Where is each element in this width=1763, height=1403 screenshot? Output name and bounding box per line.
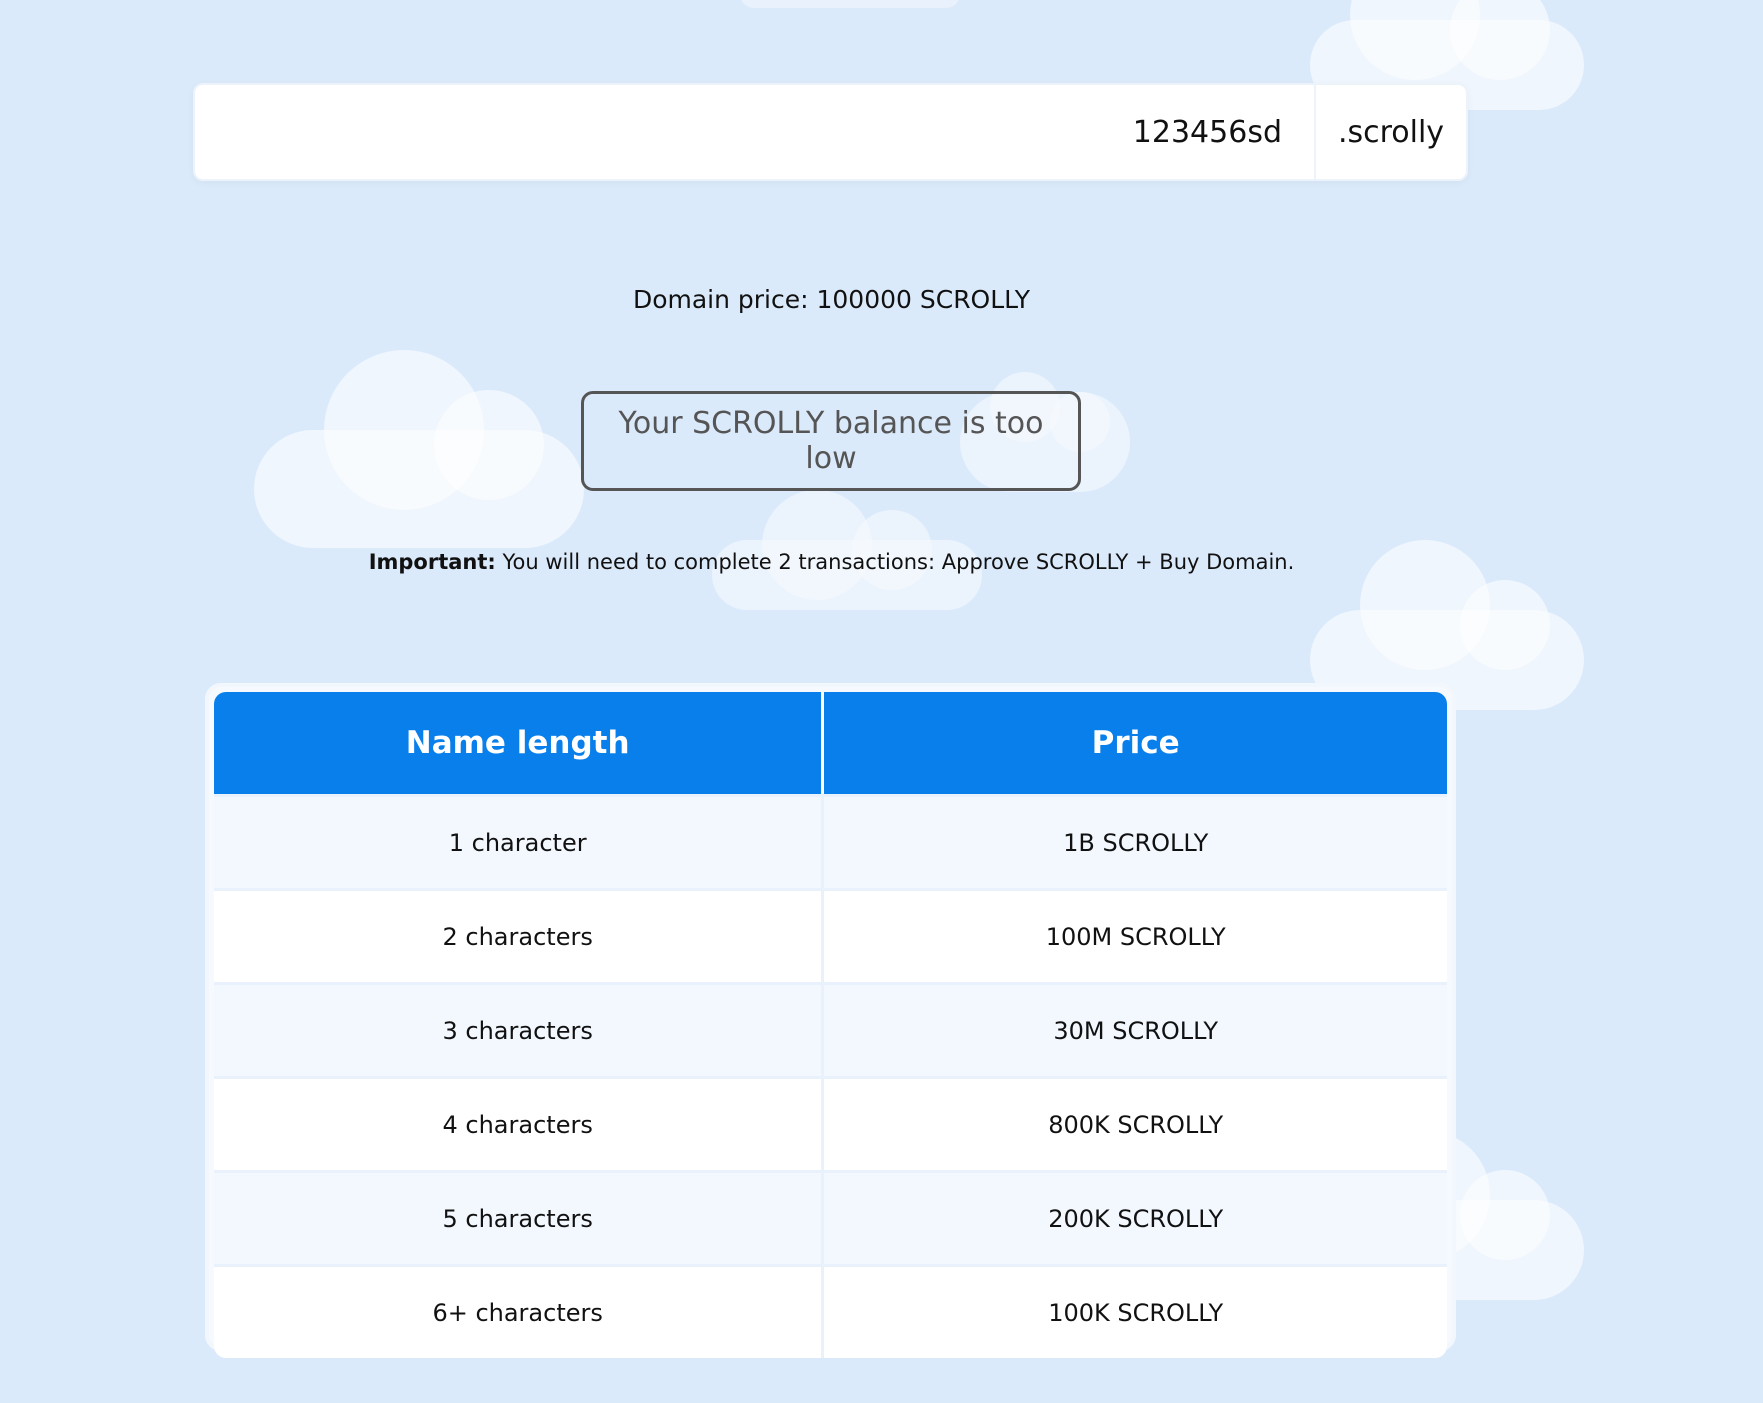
column-header-price: Price: [824, 692, 1447, 794]
important-label: Important:: [368, 550, 496, 574]
cloud-decoration: [740, 0, 960, 8]
name-length-cell: 3 characters: [214, 982, 825, 1076]
name-length-cell: 1 character: [214, 794, 825, 888]
price-cell: 30M SCROLLY: [824, 982, 1447, 1076]
column-header-name-length: Name length: [214, 692, 825, 794]
price-cell: 800K SCROLLY: [824, 1076, 1447, 1170]
important-text: You will need to complete 2 transactions…: [495, 550, 1295, 574]
domain-search-bar: .scrolly: [193, 83, 1468, 181]
name-length-cell: 5 characters: [214, 1170, 825, 1264]
table-row: 3 characters 30M SCROLLY: [214, 982, 1447, 1076]
table-row: 5 characters 200K SCROLLY: [214, 1170, 1447, 1264]
price-cell: 100K SCROLLY: [824, 1264, 1447, 1358]
important-notice: Important: You will need to complete 2 t…: [0, 550, 1663, 574]
domain-name-input[interactable]: [195, 85, 1314, 179]
price-cell: 200K SCROLLY: [824, 1170, 1447, 1264]
table-row: 1 character 1B SCROLLY: [214, 794, 1447, 888]
buy-domain-button[interactable]: Your SCROLLY balance is too low: [581, 391, 1081, 491]
pricing-table: Name length Price 1 character 1B SCROLLY…: [214, 692, 1447, 1358]
pricing-table-container: Name length Price 1 character 1B SCROLLY…: [205, 683, 1456, 1358]
table-row: 4 characters 800K SCROLLY: [214, 1076, 1447, 1170]
domain-suffix: .scrolly: [1337, 114, 1445, 150]
table-header-row: Name length Price: [214, 692, 1447, 794]
table-row: 2 characters 100M SCROLLY: [214, 888, 1447, 982]
price-cell: 1B SCROLLY: [824, 794, 1447, 888]
domain-price-text: Domain price: 100000 SCROLLY: [632, 285, 1031, 314]
name-length-cell: 6+ characters: [214, 1264, 825, 1358]
cloud-decoration: [254, 350, 584, 548]
name-length-cell: 4 characters: [214, 1076, 825, 1170]
table-row: 6+ characters 100K SCROLLY: [214, 1264, 1447, 1358]
price-cell: 100M SCROLLY: [824, 888, 1447, 982]
name-length-cell: 2 characters: [214, 888, 825, 982]
